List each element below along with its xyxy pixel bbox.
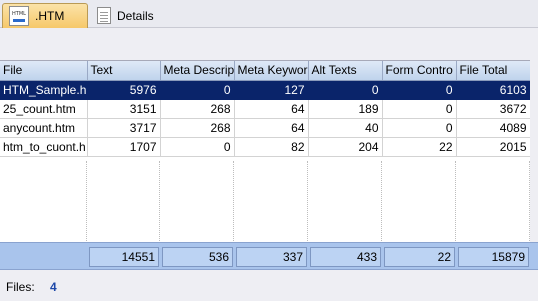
files-count-value: 4 (50, 280, 57, 294)
column-header-form-controls[interactable]: Form Contro (382, 61, 457, 81)
total-meta-keywords: 337 (236, 247, 307, 267)
column-divider (86, 161, 87, 243)
cell-meta-keywords: 82 (234, 137, 309, 157)
table-row[interactable]: htm_to_cuont.h 1707 0 82 204 22 2015 (0, 137, 531, 157)
cell-file: htm_to_cuont.h (0, 137, 88, 157)
table-header-row: File Text Meta Descrip Meta Keywor Alt T… (0, 61, 531, 81)
column-header-meta-description[interactable]: Meta Descrip (160, 61, 235, 81)
column-divider (455, 161, 456, 243)
column-divider (307, 161, 308, 243)
column-divider (381, 161, 382, 243)
cell-alt-texts: 189 (308, 99, 383, 119)
total-file-total: 15879 (458, 247, 529, 267)
table-row[interactable]: 25_count.htm 3151 268 64 189 0 3672 (0, 99, 531, 119)
cell-text: 3717 (87, 118, 161, 138)
column-header-file[interactable]: File (0, 61, 88, 81)
file-table-area: File Text Meta Descrip Meta Keywor Alt T… (0, 60, 538, 270)
cell-file-total: 6103 (456, 80, 531, 100)
cell-alt-texts: 204 (308, 137, 383, 157)
column-header-alt-texts[interactable]: Alt Texts (308, 61, 383, 81)
tab-htm-label: .HTM (35, 9, 65, 23)
cell-meta-keywords: 64 (234, 99, 309, 119)
column-divider (159, 161, 160, 243)
files-count-label: Files: (6, 280, 35, 294)
tab-htm[interactable]: HTML .HTM (2, 3, 88, 28)
cell-text: 5976 (87, 80, 161, 100)
cell-file-total: 2015 (456, 137, 531, 157)
file-stats-table: File Text Meta Descrip Meta Keywor Alt T… (0, 61, 531, 157)
column-header-text[interactable]: Text (87, 61, 161, 81)
table-row[interactable]: HTM_Sample.h 5976 0 127 0 0 6103 (0, 80, 531, 100)
tab-details[interactable]: Details (92, 3, 174, 28)
cell-meta-keywords: 127 (234, 80, 309, 100)
tab-details-label: Details (117, 8, 154, 23)
cell-alt-texts: 0 (308, 80, 383, 100)
html-file-icon: HTML (9, 6, 29, 26)
cell-meta-description: 0 (160, 137, 235, 157)
total-alt-texts: 433 (310, 247, 381, 267)
cell-file: 25_count.htm (0, 99, 88, 119)
cell-form-controls: 0 (382, 99, 457, 119)
document-icon (97, 7, 111, 24)
cell-file: anycount.htm (0, 118, 88, 138)
totals-row: 14551 536 337 433 22 15879 (0, 242, 538, 270)
cell-form-controls: 0 (382, 80, 457, 100)
cell-file: HTM_Sample.h (0, 80, 88, 100)
column-header-meta-keywords[interactable]: Meta Keywor (234, 61, 309, 81)
cell-form-controls: 0 (382, 118, 457, 138)
column-divider (233, 161, 234, 243)
cell-alt-texts: 40 (308, 118, 383, 138)
cell-meta-description: 268 (160, 118, 235, 138)
cell-meta-description: 268 (160, 99, 235, 119)
tab-bar: HTML .HTM Details (0, 0, 538, 28)
cell-text: 1707 (87, 137, 161, 157)
table-right-margin (530, 60, 538, 242)
cell-file-total: 4089 (456, 118, 531, 138)
cell-text: 3151 (87, 99, 161, 119)
total-text: 14551 (89, 247, 159, 267)
table-row[interactable]: anycount.htm 3717 268 64 40 0 4089 (0, 118, 531, 138)
status-bar: Files: 4 (6, 280, 57, 294)
cell-file-total: 3672 (456, 99, 531, 119)
total-form-controls: 22 (384, 247, 455, 267)
cell-meta-keywords: 64 (234, 118, 309, 138)
cell-form-controls: 22 (382, 137, 457, 157)
column-header-file-total[interactable]: File Total (456, 61, 531, 81)
total-meta-description: 536 (162, 247, 233, 267)
cell-meta-description: 0 (160, 80, 235, 100)
